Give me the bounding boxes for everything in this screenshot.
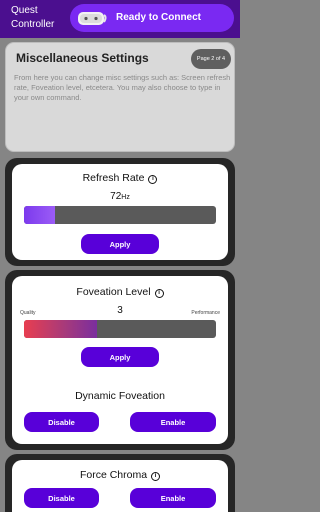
refresh-rate-title: Refresh Rate i xyxy=(12,172,228,184)
foveation-panel: Foveation Level i Quality 3 Performance A… xyxy=(5,270,235,450)
foveation-slider[interactable] xyxy=(24,320,216,338)
foveation-slider-fill xyxy=(24,320,97,338)
foveation-card: Foveation Level i Quality 3 Performance A… xyxy=(12,276,228,444)
foveation-level-title: Foveation Level i xyxy=(12,286,228,298)
force-chroma-title: Force Chroma i xyxy=(12,469,228,481)
info-icon[interactable]: i xyxy=(148,175,158,184)
page-badge: Page 2 of 4 xyxy=(191,49,231,69)
settings-info-card: Miscellaneous Settings Page 2 of 4 From … xyxy=(5,42,235,152)
refresh-rate-value: 72Hz xyxy=(110,191,130,202)
refresh-rate-slider-fill xyxy=(24,206,55,224)
page-title: Miscellaneous Settings xyxy=(16,51,149,65)
force-chroma-enable-button[interactable]: Enable xyxy=(130,488,216,508)
page-description: From here you can change misc settings s… xyxy=(14,73,231,102)
info-icon[interactable]: i xyxy=(151,472,161,481)
force-chroma-card: Force Chroma i Disable Enable xyxy=(12,460,228,512)
dynamic-foveation-disable-button[interactable]: Disable xyxy=(24,412,99,432)
force-chroma-disable-button[interactable]: Disable xyxy=(24,488,99,508)
refresh-rate-panel: Refresh Rate i 72Hz Apply xyxy=(5,158,235,266)
refresh-rate-slider[interactable] xyxy=(24,206,216,224)
dynamic-foveation-enable-button[interactable]: Enable xyxy=(130,412,216,432)
performance-label: Performance xyxy=(191,310,220,316)
dynamic-foveation-title: Dynamic Foveation xyxy=(75,390,165,402)
info-icon[interactable]: i xyxy=(154,289,164,298)
app-title: Quest Controller xyxy=(11,5,55,30)
refresh-rate-card: Refresh Rate i 72Hz Apply xyxy=(12,164,228,260)
connect-button[interactable]: Ready to Connect xyxy=(70,4,234,32)
vr-headset-icon xyxy=(78,12,107,25)
force-chroma-panel: Force Chroma i Disable Enable xyxy=(5,454,235,512)
foveation-apply-button[interactable]: Apply xyxy=(81,347,159,367)
refresh-apply-button[interactable]: Apply xyxy=(81,234,159,254)
connect-status-label: Ready to Connect xyxy=(116,12,202,23)
top-bar: Quest Controller Ready to Connect xyxy=(0,0,240,38)
